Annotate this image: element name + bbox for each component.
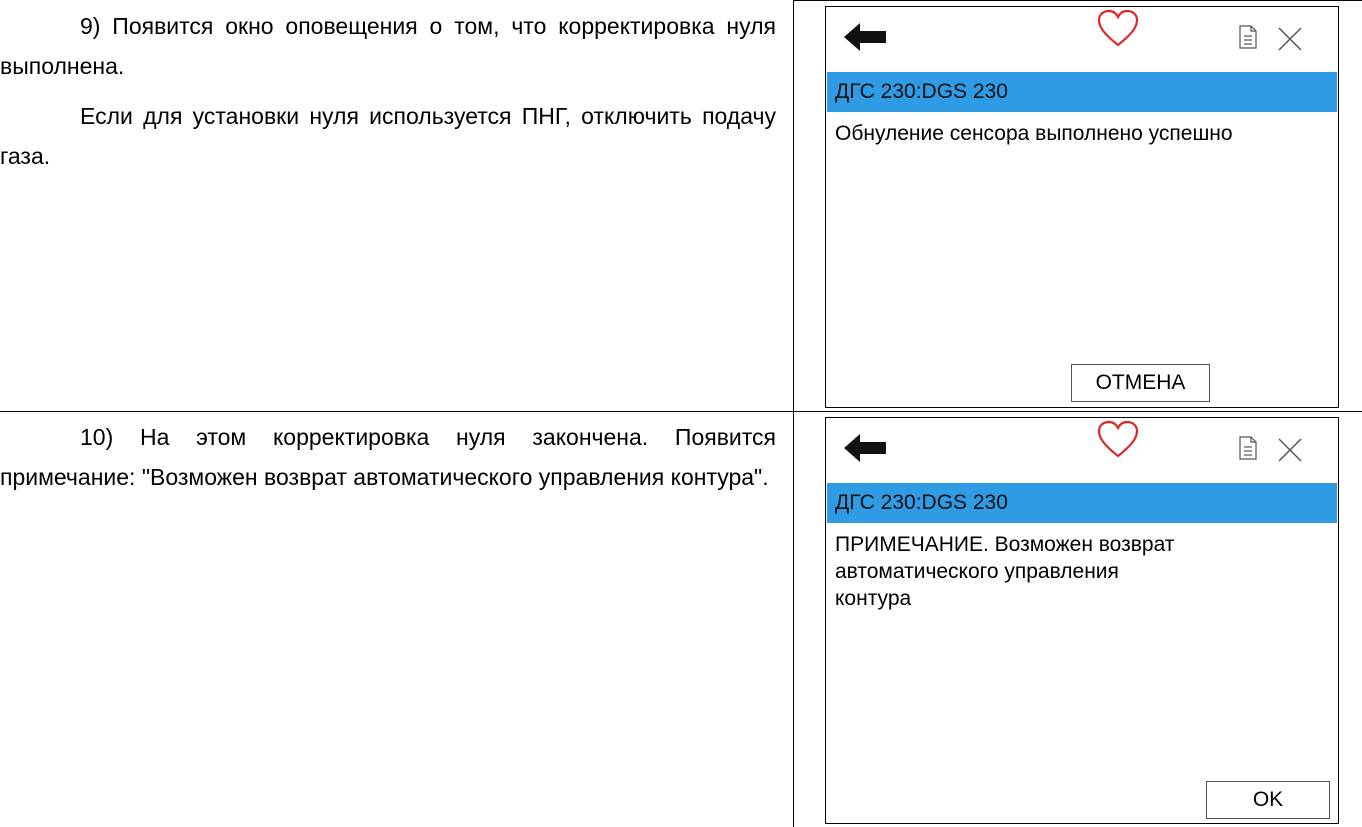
table-top-border: [793, 0, 1362, 1]
screen-message: ПРИМЕЧАНИЕ. Возможен возврат автоматичес…: [835, 533, 1175, 610]
close-icon[interactable]: [1278, 27, 1302, 51]
step-9-paragraph: 9) Появится окно оповещения о том, что к…: [0, 13, 776, 79]
device-screen-2: ДГС 230:DGS 230 ПРИМЕЧАНИЕ. Возможен воз…: [825, 417, 1339, 824]
step-9-note: Если для установки нуля используется ПНГ…: [0, 103, 776, 169]
back-arrow-icon[interactable]: [844, 23, 886, 51]
column-divider: [793, 0, 794, 827]
step-10-paragraph: 10) На этом корректировка нуля закончена…: [0, 424, 776, 490]
ok-button[interactable]: OK: [1206, 781, 1330, 819]
back-arrow-icon[interactable]: [844, 434, 886, 462]
row-divider: [0, 411, 1362, 412]
screen-message: Обнуление сенсора выполнено успешно: [835, 122, 1233, 145]
step-10-text: 10) На этом корректировка нуля закончена…: [0, 417, 776, 497]
device-screen-1: ДГС 230:DGS 230 Обнуление сенсора выполн…: [825, 6, 1339, 408]
heart-icon[interactable]: [1096, 420, 1140, 460]
cancel-button[interactable]: ОТМЕНА: [1071, 364, 1210, 402]
heart-icon[interactable]: [1096, 9, 1140, 49]
screen-title: ДГС 230:DGS 230: [827, 72, 1337, 112]
document-icon[interactable]: [1239, 436, 1257, 460]
document-icon[interactable]: [1239, 25, 1257, 49]
close-icon[interactable]: [1278, 438, 1302, 462]
screen-title: ДГС 230:DGS 230: [827, 483, 1337, 523]
step-9-text: 9) Появится окно оповещения о том, что к…: [0, 6, 776, 176]
